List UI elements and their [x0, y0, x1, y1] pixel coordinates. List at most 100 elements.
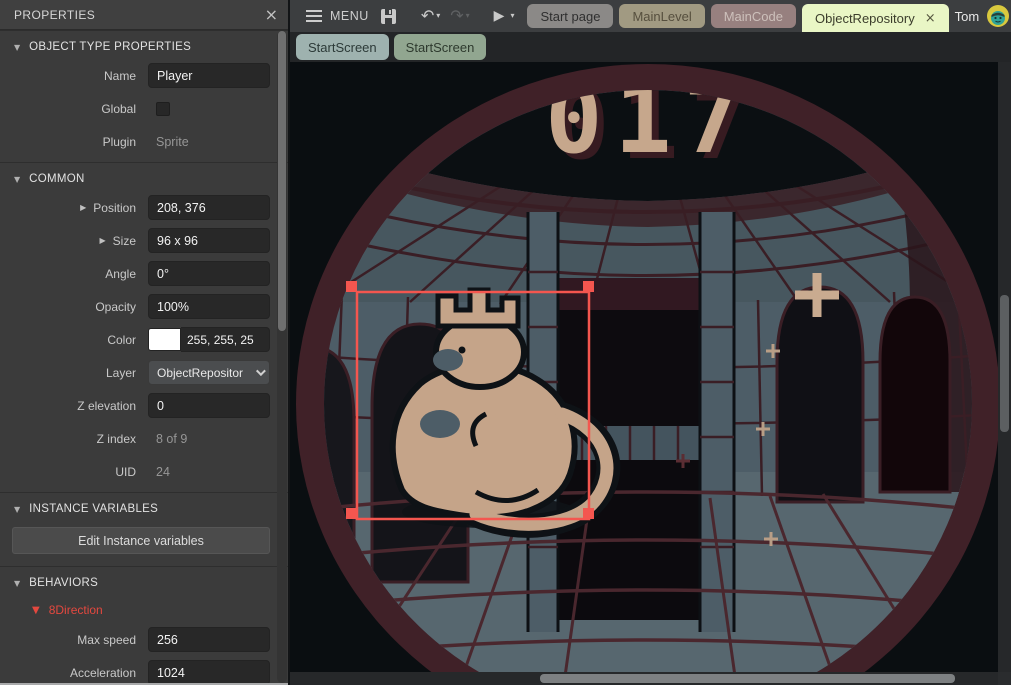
size-field[interactable] [148, 228, 270, 253]
collapse-triangle-icon[interactable]: ▼ [14, 175, 20, 184]
properties-panel-title: PROPERTIES [14, 8, 265, 22]
tab-start-page[interactable]: Start page [527, 4, 613, 28]
collapse-triangle-icon[interactable]: ▼ [14, 43, 20, 52]
username: Tom [955, 9, 980, 24]
selection-handle-top-left[interactable] [346, 281, 357, 292]
properties-panel: PROPERTIES × ▼ OBJECT TYPE PROPERTIES Na… [0, 0, 290, 685]
collapse-triangle-icon[interactable]: ▼ [14, 505, 20, 514]
row-layer: Layer ObjectRepositor [0, 356, 288, 389]
row-acceleration: Acceleration [0, 656, 288, 685]
edit-instance-variables-button[interactable]: Edit Instance variables [12, 527, 270, 554]
color-label: Color [0, 333, 148, 347]
uid-value: 24 [148, 465, 170, 479]
tab-strip: Start page MainLevel MainCode ObjectRepo… [527, 4, 954, 28]
section-instance-variables: ▼ INSTANCE VARIABLES Edit Instance varia… [0, 492, 288, 566]
layer-dropdown[interactable]: ObjectRepositor [148, 360, 270, 385]
section-header[interactable]: ▼ BEHAVIORS [0, 567, 288, 595]
layout-tab-strip: StartScreen StartScreen [290, 32, 1011, 62]
color-value-field[interactable]: 255, 255, 25 [181, 327, 270, 352]
acceleration-field[interactable] [148, 660, 270, 685]
selection-handle-bottom-right[interactable] [583, 508, 594, 519]
size-label: ▶Size [0, 234, 148, 248]
panel-scrollbar-thumb[interactable] [278, 31, 286, 331]
selection-handle-bottom-left[interactable] [346, 508, 357, 519]
tab-startscreen-1[interactable]: StartScreen [296, 34, 389, 60]
scene-view[interactable]: 017 017 [290, 62, 998, 672]
collapse-triangle-icon[interactable]: ▼ [14, 579, 20, 588]
z-index-value: 8 of 9 [148, 432, 187, 446]
row-position: ▶Position [0, 191, 288, 224]
undo-button[interactable]: ↶ ▾ [416, 4, 445, 28]
expand-triangle-icon[interactable]: ▶ [100, 236, 106, 245]
section-header[interactable]: ▼ INSTANCE VARIABLES [0, 493, 288, 521]
section-common: ▼ COMMON ▶Position ▶Size Angle Opacity C… [0, 162, 288, 492]
menu-button[interactable]: MENU [300, 9, 375, 23]
row-opacity: Opacity [0, 290, 288, 323]
row-size: ▶Size [0, 224, 288, 257]
opacity-field[interactable] [148, 294, 270, 319]
row-uid: UID 24 [0, 455, 288, 488]
horizontal-scrollbar-thumb[interactable] [540, 674, 955, 683]
global-checkbox[interactable] [156, 102, 170, 116]
section-behaviors: ▼ BEHAVIORS ▼ 8Direction Max speed Accel… [0, 566, 288, 685]
row-color: Color 255, 255, 25 [0, 323, 288, 356]
section-label: BEHAVIORS [29, 577, 98, 589]
vertical-scrollbar-thumb[interactable] [1000, 295, 1009, 432]
section-label: OBJECT TYPE PROPERTIES [29, 41, 191, 53]
section-header[interactable]: ▼ OBJECT TYPE PROPERTIES [0, 31, 288, 59]
row-z-index: Z index 8 of 9 [0, 422, 288, 455]
z-index-label: Z index [0, 432, 148, 446]
canvas-vertical-scrollbar[interactable] [998, 62, 1011, 672]
preview-button[interactable]: ▶ ▾ [489, 4, 520, 28]
close-icon[interactable]: × [265, 7, 278, 23]
collapse-triangle-icon[interactable]: ▼ [32, 605, 40, 616]
selection-handle-top-right[interactable] [583, 281, 594, 292]
toolbar: MENU ↶ ▾ ↷ ▾ ▶ ▾ [290, 0, 1011, 32]
row-angle: Angle [0, 257, 288, 290]
position-field[interactable] [148, 195, 270, 220]
behavior-name: 8Direction [49, 603, 103, 617]
behavior-8direction[interactable]: ▼ 8Direction [0, 595, 288, 623]
row-z-elevation: Z elevation [0, 389, 288, 422]
scrollbar-corner [998, 672, 1011, 685]
undo-icon: ↶ [421, 8, 434, 24]
dropdown-arrow-icon: ▾ [466, 12, 470, 20]
tab-mainlevel[interactable]: MainLevel [619, 4, 704, 28]
tab-close-icon[interactable]: × [925, 11, 936, 26]
tab-objectrepository[interactable]: ObjectRepository × [802, 4, 949, 33]
row-name: Name [0, 59, 288, 92]
panel-scrollbar[interactable] [277, 31, 287, 683]
dropdown-arrow-icon: ▾ [436, 12, 440, 20]
tab-maincode[interactable]: MainCode [711, 4, 796, 28]
redo-icon: ↷ [450, 8, 463, 24]
color-swatch[interactable] [148, 328, 181, 351]
row-global: Global [0, 92, 288, 125]
z-elevation-field[interactable] [148, 393, 270, 418]
plugin-label: Plugin [0, 135, 148, 149]
hamburger-icon [306, 10, 322, 22]
expand-triangle-icon[interactable]: ▶ [80, 203, 86, 212]
uid-label: UID [0, 465, 148, 479]
name-label: Name [0, 69, 148, 83]
max-speed-field[interactable] [148, 627, 270, 652]
tab-startscreen-2[interactable]: StartScreen [394, 34, 487, 60]
chevron-down-icon [256, 366, 266, 376]
section-object-type-properties: ▼ OBJECT TYPE PROPERTIES Name Global Plu… [0, 30, 288, 162]
name-field[interactable] [148, 63, 270, 88]
row-max-speed: Max speed [0, 623, 288, 656]
layer-dropdown-value: ObjectRepositor [157, 366, 256, 380]
tab-label: ObjectRepository [815, 11, 915, 26]
redo-button[interactable]: ↷ ▾ [445, 4, 474, 28]
account-button[interactable]: Tom [955, 5, 1010, 27]
layout-canvas[interactable]: 017 017 [290, 62, 1011, 685]
canvas-horizontal-scrollbar[interactable] [290, 672, 998, 685]
section-header[interactable]: ▼ COMMON [0, 163, 288, 191]
angle-field[interactable] [148, 261, 270, 286]
save-icon [380, 8, 397, 25]
save-button[interactable] [375, 4, 402, 28]
play-icon: ▶ [494, 9, 505, 23]
tab-label: StartScreen [308, 40, 377, 55]
row-plugin: Plugin Sprite [0, 125, 288, 158]
dropdown-arrow-icon: ▾ [510, 12, 514, 20]
max-speed-label: Max speed [0, 633, 148, 647]
